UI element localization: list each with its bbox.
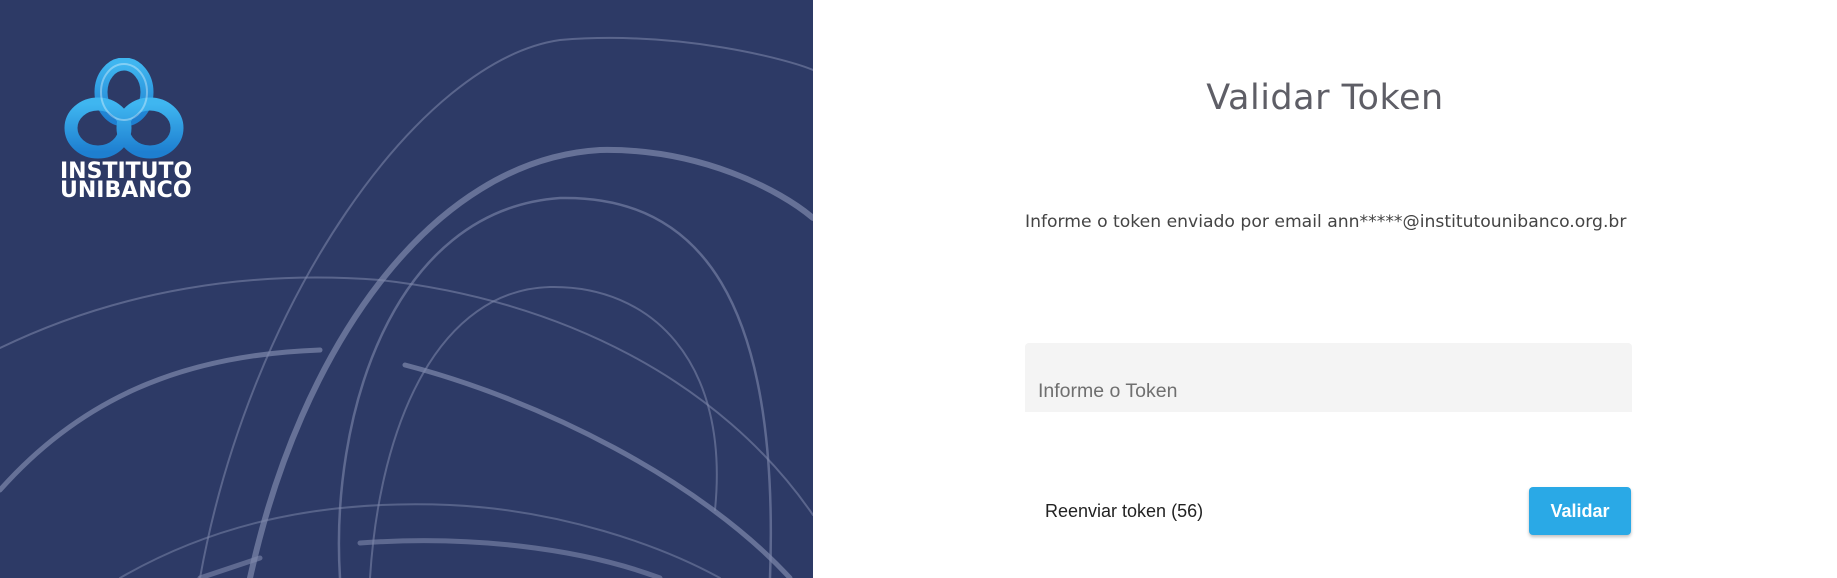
page-title: Validar Token (1206, 78, 1444, 118)
logo-wordmark: INSTITUTO UNIBANCO (60, 161, 192, 203)
token-instruction-text: Informe o token enviado por email ann***… (1025, 212, 1627, 232)
trefoil-logo-icon (64, 58, 184, 159)
instituto-unibanco-logo: INSTITUTO UNIBANCO (58, 58, 192, 208)
resend-token-button[interactable]: Reenviar token (56) (1025, 493, 1223, 529)
logo-line-2: UNIBANCO (60, 178, 192, 203)
token-input[interactable] (1025, 343, 1632, 412)
token-field (1025, 343, 1632, 412)
token-form-panel: Validar Token Informe o token enviado po… (813, 0, 1837, 578)
login-app: INSTITUTO UNIBANCO Validar Token Informe… (0, 0, 1837, 578)
validate-button[interactable]: Validar (1529, 487, 1631, 535)
brand-panel: INSTITUTO UNIBANCO (0, 0, 813, 578)
